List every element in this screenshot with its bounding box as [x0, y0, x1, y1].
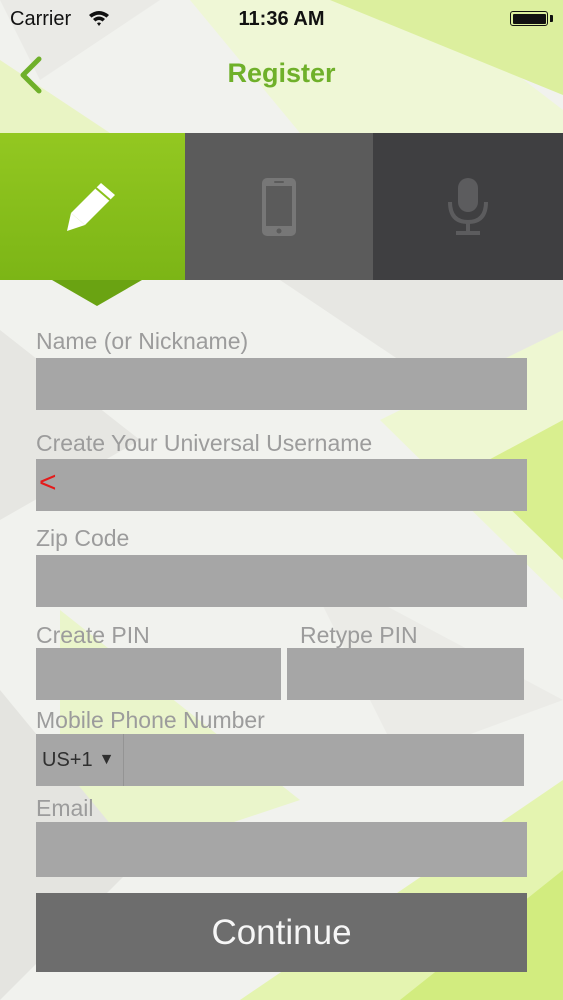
continue-button[interactable]: Continue — [36, 893, 527, 972]
create-pin-label: Create PIN — [36, 622, 150, 648]
mobile-phone-label: Mobile Phone Number — [36, 707, 265, 733]
country-code-value: US+1 — [42, 748, 93, 771]
retype-pin-input[interactable] — [287, 648, 524, 700]
name-input[interactable] — [36, 358, 527, 410]
username-error-marker: < — [39, 466, 57, 499]
zip-code-label: Zip Code — [36, 525, 130, 551]
mobile-phone-input[interactable] — [124, 734, 524, 786]
username-label: Create Your Universal Username — [36, 430, 373, 456]
username-input[interactable] — [36, 459, 527, 511]
email-label: Email — [36, 795, 94, 821]
registration-form: Name (or Nickname) Create Your Universal… — [0, 0, 563, 1000]
register-screen: Carrier 11:36 AM Register Name (or Nickn… — [0, 0, 563, 1000]
retype-pin-label: Retype PIN — [300, 622, 418, 648]
name-label: Name (or Nickname) — [36, 328, 249, 354]
create-pin-input[interactable] — [36, 648, 281, 700]
caret-down-icon: ▼ — [98, 751, 115, 768]
zip-code-input[interactable] — [36, 555, 527, 607]
country-code-select[interactable]: US+1 ▼ — [36, 734, 124, 786]
email-input[interactable] — [36, 822, 527, 877]
